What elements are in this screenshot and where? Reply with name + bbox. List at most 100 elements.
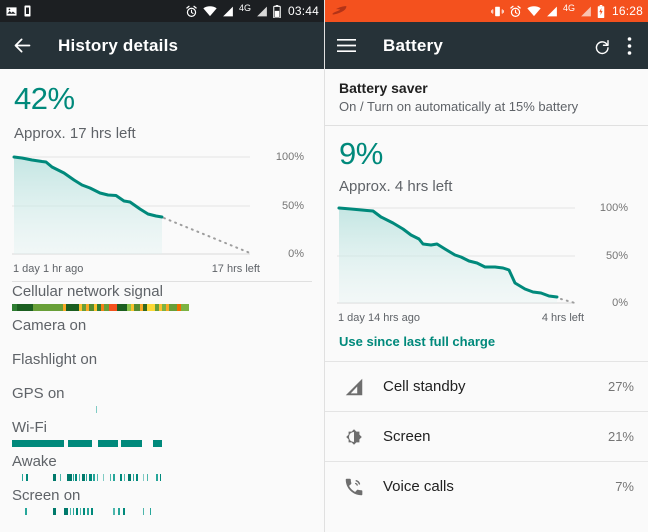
activity-label: Cellular network signal bbox=[12, 283, 163, 300]
wifi-icon bbox=[203, 5, 217, 17]
right-status-bar: 4G 16:28 bbox=[325, 0, 648, 22]
left-x-start: 1 day 1 hr ago bbox=[13, 263, 84, 275]
right-appbar-actions bbox=[593, 36, 636, 55]
right-chart-x-labels: 1 day 14 hrs ago 4 hrs left bbox=[338, 312, 584, 324]
signal2-icon bbox=[580, 6, 592, 17]
camera-track bbox=[12, 338, 312, 345]
right-battery-chart: 100% 50% 0% 1 day 14 hrs ago 4 hrs left bbox=[325, 202, 648, 324]
refresh-icon[interactable] bbox=[593, 37, 611, 55]
left-chart-x-labels: 1 day 1 hr ago 17 hrs left bbox=[13, 263, 260, 275]
network-4g-label: 4G bbox=[238, 2, 251, 13]
left-summary: 42% Approx. 17 hrs left bbox=[0, 69, 324, 142]
left-approx-remaining: Approx. 17 hrs left bbox=[14, 125, 136, 142]
right-x-start: 1 day 14 hrs ago bbox=[338, 312, 420, 324]
left-chart-svg bbox=[12, 155, 251, 255]
usage-value: 21% bbox=[607, 429, 634, 444]
alarm-icon bbox=[509, 5, 522, 18]
right-y-0: 0% bbox=[612, 297, 628, 309]
left-y-50: 50% bbox=[281, 200, 304, 212]
screen-on-track bbox=[12, 508, 312, 515]
right-y-50: 50% bbox=[605, 250, 628, 262]
flashlight-track bbox=[12, 372, 312, 379]
overflow-menu-icon[interactable] bbox=[627, 36, 632, 55]
right-chart-y-labels: 100% 50% 0% bbox=[588, 202, 628, 309]
battery-saver-title: Battery saver bbox=[339, 80, 428, 96]
brightness-icon bbox=[339, 426, 369, 448]
usage-label: Voice calls bbox=[383, 478, 454, 495]
activity-label: Awake bbox=[12, 453, 57, 470]
back-button[interactable] bbox=[12, 35, 46, 56]
battery-saver-subtitle: On / Turn on automatically at 15% batter… bbox=[339, 99, 579, 114]
voice-call-icon bbox=[339, 476, 369, 498]
right-system-icons: 4G 16:28 bbox=[490, 2, 643, 18]
activity-row-screen[interactable]: Screen on bbox=[0, 486, 324, 515]
activity-row-wifi[interactable]: Wi-Fi bbox=[0, 418, 324, 447]
dual-screenshot-container: 4G 03:44 History details 42% Approx. 17 … bbox=[0, 0, 648, 532]
right-app-bar: Battery bbox=[325, 22, 648, 69]
left-notification-icons bbox=[6, 5, 32, 17]
activity-row-camera[interactable]: Camera on bbox=[0, 316, 324, 345]
activity-row-cellular[interactable]: Cellular network signal bbox=[0, 282, 324, 311]
right-notification-icons bbox=[331, 5, 347, 17]
alarm-icon bbox=[185, 5, 198, 18]
right-page-title: Battery bbox=[383, 36, 443, 56]
usage-row-voice-calls[interactable]: Voice calls 7% bbox=[325, 461, 648, 511]
activity-label: GPS on bbox=[12, 385, 65, 402]
signal-icon bbox=[222, 6, 234, 17]
battery-icon bbox=[273, 4, 281, 18]
menu-button[interactable] bbox=[337, 38, 371, 53]
left-clock: 03:44 bbox=[287, 4, 319, 18]
right-x-end: 4 hrs left bbox=[541, 312, 584, 324]
signal2-icon bbox=[256, 6, 268, 17]
left-y-0: 0% bbox=[288, 248, 304, 260]
right-chart-projection bbox=[560, 298, 576, 304]
gps-track bbox=[12, 406, 312, 413]
hamburger-menu-icon bbox=[337, 38, 356, 53]
right-chart-svg bbox=[337, 206, 576, 304]
activity-label: Flashlight on bbox=[12, 351, 98, 368]
right-summary: 9% Approx. 4 hrs left bbox=[325, 126, 648, 195]
activity-label: Screen on bbox=[12, 487, 81, 504]
use-since-last-full-charge-link[interactable]: Use since last full charge bbox=[325, 324, 648, 361]
wifi-track bbox=[12, 440, 312, 447]
battery-saver-row[interactable]: Battery saver On / Turn on automatically… bbox=[325, 69, 648, 125]
cellular-signal-track bbox=[12, 304, 312, 311]
usage-value: 7% bbox=[615, 479, 634, 494]
usage-label: Screen bbox=[383, 428, 431, 445]
cell-signal-icon bbox=[339, 376, 369, 398]
left-app-bar: History details bbox=[0, 22, 324, 69]
awake-track bbox=[12, 474, 312, 481]
left-x-end: 17 hrs left bbox=[211, 263, 260, 275]
activity-label: Camera on bbox=[12, 317, 87, 334]
signal-icon bbox=[546, 6, 558, 17]
left-title-text: History details bbox=[58, 35, 179, 55]
left-system-icons: 4G 03:44 bbox=[185, 2, 319, 18]
network-4g-label: 4G bbox=[562, 2, 575, 13]
wifi-icon bbox=[527, 5, 541, 17]
activity-row-flashlight[interactable]: Flashlight on bbox=[0, 350, 324, 379]
right-clock: 16:28 bbox=[611, 4, 643, 18]
usage-label: Cell standby bbox=[383, 378, 466, 395]
right-screen-battery: 4G 16:28 Battery Battery saver On / Turn… bbox=[324, 0, 648, 532]
left-y-100: 100% bbox=[275, 151, 304, 163]
usage-row-screen[interactable]: Screen 21% bbox=[325, 411, 648, 461]
usage-row-cell-standby[interactable]: Cell standby 27% bbox=[325, 361, 648, 411]
left-chart-y-labels: 100% 50% 0% bbox=[264, 151, 304, 260]
left-battery-percent: 42% bbox=[14, 81, 75, 116]
vibrate-icon bbox=[490, 6, 504, 17]
activity-row-awake[interactable]: Awake bbox=[0, 452, 324, 481]
activity-row-gps[interactable]: GPS on bbox=[0, 384, 324, 413]
right-battery-percent: 9% bbox=[339, 136, 383, 171]
left-status-bar: 4G 03:44 bbox=[0, 0, 324, 22]
usage-value: 27% bbox=[607, 379, 634, 394]
right-approx-remaining: Approx. 4 hrs left bbox=[339, 178, 453, 195]
activity-label: Wi-Fi bbox=[12, 419, 47, 436]
left-activity-list: Cellular network signal Camera on Flashl… bbox=[0, 282, 324, 515]
left-page-title: History details bbox=[58, 36, 178, 56]
vibrate-phone-icon bbox=[23, 5, 32, 17]
back-arrow-icon bbox=[12, 35, 33, 56]
left-chart-projection bbox=[163, 217, 251, 254]
image-icon bbox=[6, 6, 17, 17]
left-battery-chart: 100% 50% 0% 1 day 1 hr ago 17 hrs left bbox=[0, 151, 324, 275]
swallow-logo-icon bbox=[331, 5, 347, 17]
